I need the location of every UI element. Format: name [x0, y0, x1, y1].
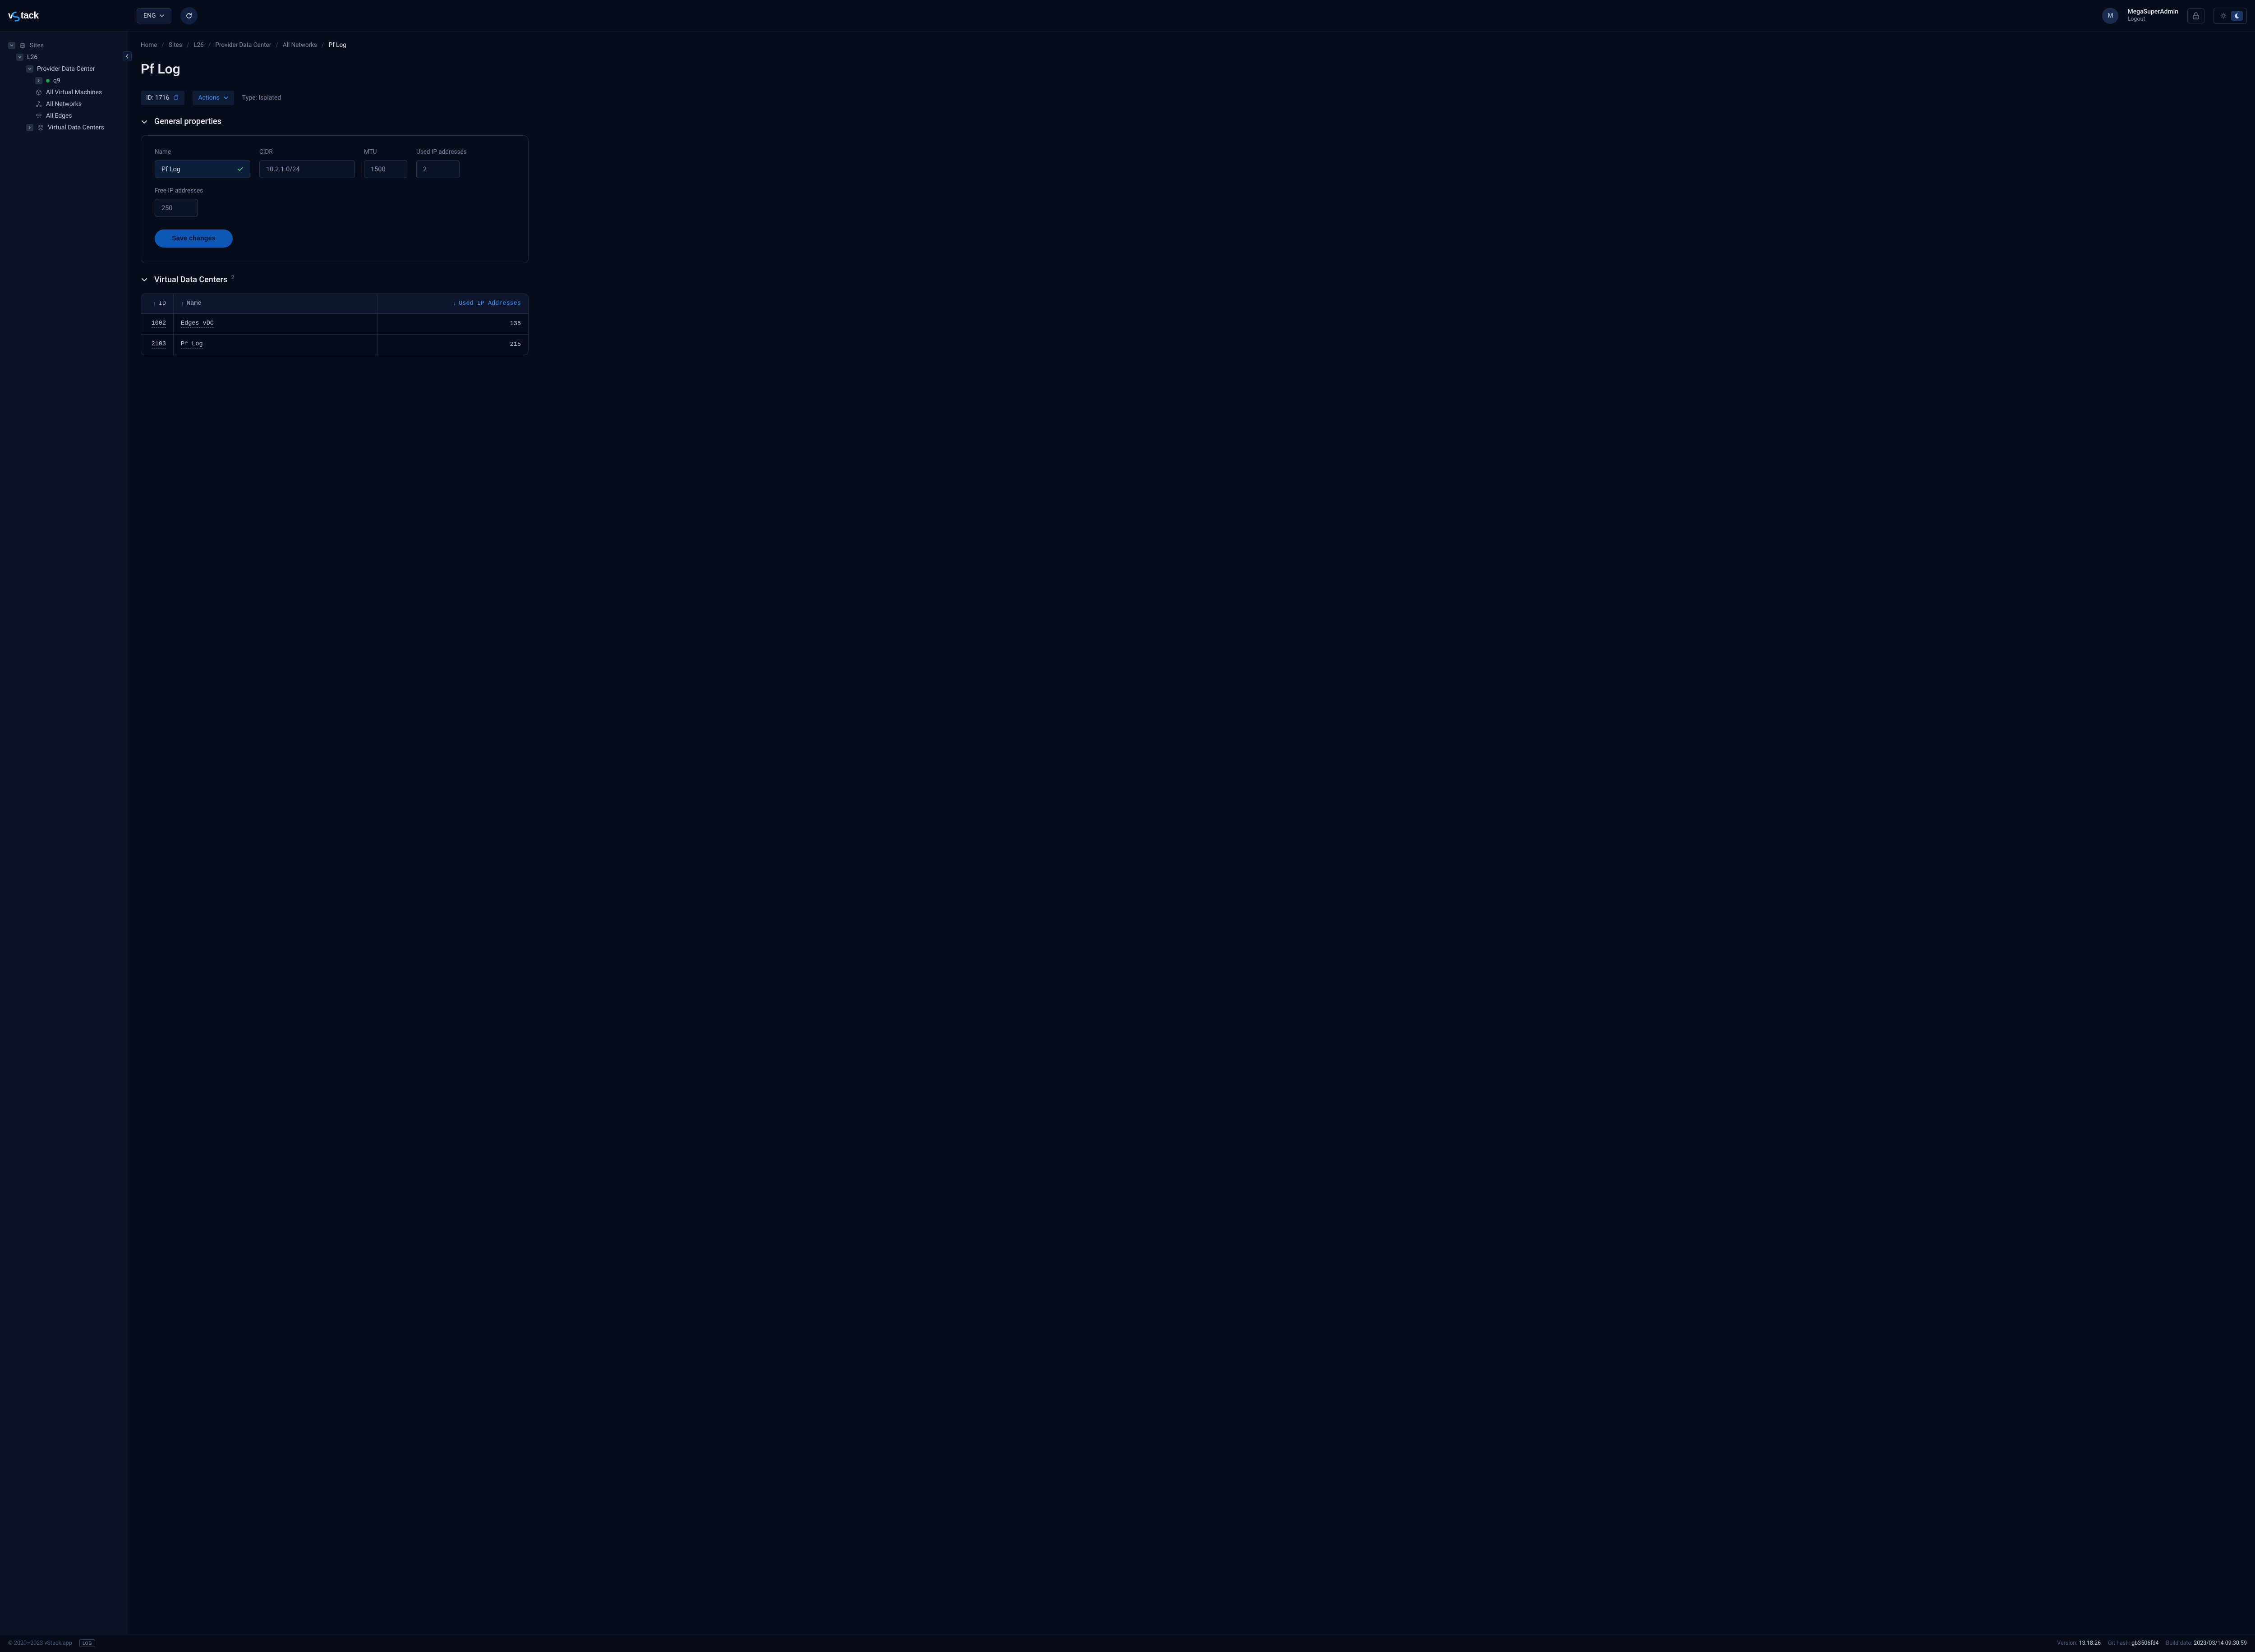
section-vdc-header[interactable]: Virtual Data Centers 2: [141, 274, 2237, 285]
copy-icon: [173, 95, 179, 101]
chevron-down-icon: [141, 276, 148, 283]
save-button[interactable]: Save changes: [155, 229, 233, 248]
caret-down-icon: [26, 65, 33, 73]
caret-right-icon: [26, 124, 33, 131]
vdc-count-badge: 2: [231, 274, 235, 280]
tree-node-cluster[interactable]: q9: [6, 75, 122, 87]
sidebar-collapse-button[interactable]: [123, 51, 132, 61]
layers-icon: [37, 124, 44, 131]
table-row[interactable]: 2103 Pf Log 215: [141, 334, 528, 355]
app-footer: © 2020–2023 vStack.app LOG Version: 13.1…: [0, 1634, 2255, 1652]
lock-button[interactable]: [2187, 8, 2204, 23]
sidebar-item-all-vms[interactable]: All Virtual Machines: [6, 87, 122, 98]
caret-right-icon: [35, 77, 42, 84]
lock-icon: [2191, 11, 2200, 20]
tree-node-site[interactable]: L26: [6, 51, 122, 63]
col-header-used[interactable]: ↓ Used IP Addresses: [377, 294, 528, 313]
app-header: v tack ENG M MegaSuperAdmin Logout: [0, 0, 2255, 32]
refresh-icon: [185, 12, 193, 19]
crumb-sites[interactable]: Sites: [169, 41, 182, 49]
user-block: MegaSuperAdmin Logout: [2127, 8, 2178, 23]
label-cidr: CIDR: [259, 148, 355, 156]
vdc-table: ↑ ID ↑ Name ↓ Used IP Addresses 1002 Edg…: [141, 294, 529, 355]
tree-node-vdcs[interactable]: Virtual Data Centers: [6, 122, 122, 133]
status-dot-icon: [46, 79, 50, 83]
language-select[interactable]: ENG: [137, 8, 171, 23]
tree-root-sites[interactable]: Sites: [6, 40, 122, 51]
logout-link[interactable]: Logout: [2127, 16, 2178, 23]
svg-text:tack: tack: [21, 10, 39, 21]
cube-icon: [35, 89, 42, 96]
id-chip[interactable]: ID: 1716: [141, 91, 184, 105]
crumb-current: Pf Log: [329, 41, 346, 49]
moon-icon: [2231, 11, 2243, 21]
general-panel: Name Pf Log CIDR 10.2.1.0/24: [141, 135, 529, 263]
label-free-ip: Free IP addresses: [155, 187, 203, 194]
tree-node-datacenter[interactable]: Provider Data Center: [6, 63, 122, 75]
used-ip-input: 2: [416, 160, 460, 178]
log-badge[interactable]: LOG: [79, 1639, 95, 1647]
copyright: © 2020–2023 vStack.app: [8, 1640, 72, 1647]
crumb-dc[interactable]: Provider Data Center: [215, 41, 271, 49]
type-label: Type: Isolated: [242, 94, 281, 101]
globe-icon: [19, 42, 26, 49]
check-icon: [237, 166, 244, 172]
col-header-name[interactable]: ↑ Name: [174, 294, 377, 313]
main-content: Home / Sites / L26 / Provider Data Cente…: [127, 32, 2255, 1634]
table-row[interactable]: 1002 Edges vDC 135: [141, 313, 528, 334]
sun-icon: [2218, 11, 2229, 21]
theme-toggle[interactable]: [2214, 8, 2247, 24]
col-header-id[interactable]: ↑ ID: [141, 294, 174, 313]
section-general-header[interactable]: General properties: [141, 117, 2237, 126]
user-name: MegaSuperAdmin: [2127, 8, 2178, 16]
caret-down-icon: [8, 42, 15, 49]
crumb-site[interactable]: L26: [193, 41, 203, 49]
crumb-home[interactable]: Home: [141, 41, 157, 49]
chevron-down-icon: [141, 118, 148, 125]
sort-asc-icon: ↑: [181, 301, 184, 307]
refresh-button[interactable]: [180, 7, 198, 24]
label-mtu: MTU: [364, 148, 407, 156]
page-title: Pf Log: [141, 61, 2237, 77]
network-icon: [35, 101, 42, 107]
sort-desc-icon: ↓: [453, 301, 456, 307]
sidebar-item-all-networks[interactable]: All Networks: [6, 98, 122, 110]
breadcrumb: Home / Sites / L26 / Provider Data Cente…: [141, 41, 2237, 49]
label-name: Name: [155, 148, 250, 156]
caret-down-icon: [16, 54, 23, 61]
sidebar: Sites L26 Provider Data Center q9: [0, 32, 127, 1634]
free-ip-input: 250: [155, 199, 198, 217]
sidebar-item-all-edges[interactable]: All Edges: [6, 110, 122, 122]
sort-asc-icon: ↑: [153, 301, 156, 307]
mtu-input[interactable]: 1500: [364, 160, 407, 178]
crumb-networks[interactable]: All Networks: [283, 41, 317, 49]
label-used-ip: Used IP addresses: [416, 148, 467, 156]
chevron-down-icon: [159, 13, 165, 18]
chevron-down-icon: [223, 95, 229, 101]
cidr-input[interactable]: 10.2.1.0/24: [259, 160, 355, 178]
avatar[interactable]: M: [2102, 8, 2118, 24]
edges-icon: [35, 113, 42, 119]
actions-dropdown[interactable]: Actions: [193, 91, 234, 105]
language-value: ENG: [143, 12, 156, 19]
logo[interactable]: v tack: [8, 9, 128, 22]
name-input[interactable]: Pf Log: [155, 160, 250, 178]
